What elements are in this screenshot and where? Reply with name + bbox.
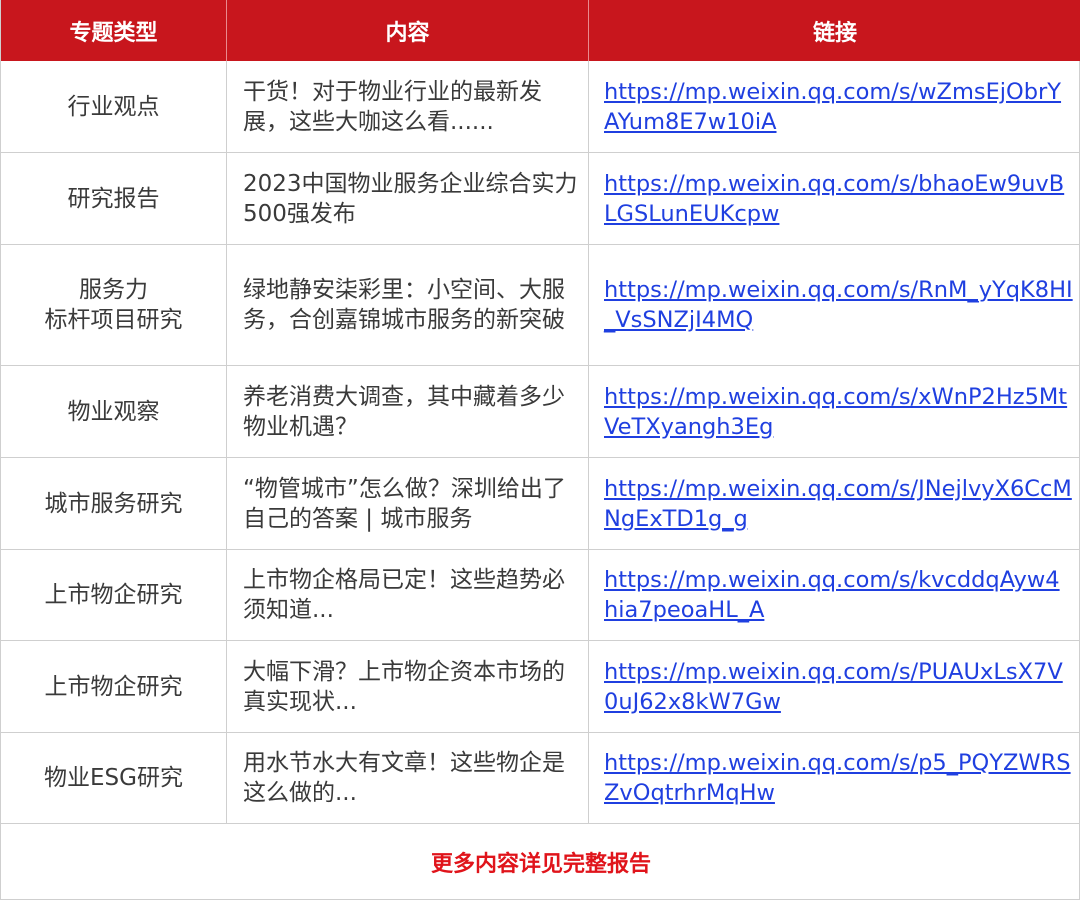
topic-type-cell: 物业观察: [1, 366, 227, 457]
header-topic-type: 专题类型: [1, 0, 227, 61]
article-link[interactable]: https://mp.weixin.qq.com/s/RnM_yYqK8HI_V…: [604, 275, 1073, 335]
topic-type-cell: 上市物企研究: [1, 550, 227, 640]
content-cell: 大幅下滑？上市物企资本市场的真实现状...: [227, 641, 589, 732]
content-cell: 用水节水大有文章！这些物企是这么做的...: [227, 733, 589, 823]
table-row: 上市物企研究 大幅下滑？上市物企资本市场的真实现状... https://mp.…: [1, 641, 1080, 733]
content-cell: 绿地静安柒彩里：小空间、大服务，合创嘉锦城市服务的新突破: [227, 245, 589, 365]
content-cell: 2023中国物业服务企业综合实力500强发布: [227, 153, 589, 244]
topic-type-cell: 物业ESG研究: [1, 733, 227, 823]
topic-type-cell: 城市服务研究: [1, 458, 227, 549]
header-link: 链接: [812, 20, 857, 46]
topic-table: 专题类型 内容 链接 行业观点 干货！对于物业行业的最新发展，这些大咖这么看..…: [0, 0, 1080, 900]
link-cell: https://mp.weixin.qq.com/s/xWnP2Hz5MtVeT…: [589, 366, 1080, 457]
table-row: 行业观点 干货！对于物业行业的最新发展，这些大咖这么看...... https:…: [1, 61, 1080, 153]
table-row: 上市物企研究 上市物企格局已定！这些趋势必须知道... https://mp.w…: [1, 550, 1080, 641]
article-link[interactable]: https://mp.weixin.qq.com/s/PUAUxLsX7V0uJ…: [604, 657, 1073, 717]
table-row: 服务力 标杆项目研究 绿地静安柒彩里：小空间、大服务，合创嘉锦城市服务的新突破 …: [1, 245, 1080, 366]
table-row: 研究报告 2023中国物业服务企业综合实力500强发布 https://mp.w…: [1, 153, 1080, 245]
link-cell: https://mp.weixin.qq.com/s/JNejlvyX6CcMN…: [589, 458, 1080, 549]
content-cell: 养老消费大调查，其中藏着多少物业机遇？: [227, 366, 589, 457]
link-cell: https://mp.weixin.qq.com/s/PUAUxLsX7V0uJ…: [589, 641, 1080, 732]
article-link[interactable]: https://mp.weixin.qq.com/s/xWnP2Hz5MtVeT…: [604, 382, 1073, 442]
article-link[interactable]: https://mp.weixin.qq.com/s/p5_PQYZWRSZvO…: [604, 748, 1073, 808]
article-link[interactable]: https://mp.weixin.qq.com/s/bhaoEw9uvBLGS…: [604, 169, 1073, 229]
content-cell: “物管城市”怎么做？深圳给出了自己的答案 | 城市服务: [227, 458, 589, 549]
table-row: 城市服务研究 “物管城市”怎么做？深圳给出了自己的答案 | 城市服务 https…: [1, 458, 1080, 550]
link-cell: https://mp.weixin.qq.com/s/p5_PQYZWRSZvO…: [589, 733, 1080, 823]
table-row: 物业观察 养老消费大调查，其中藏着多少物业机遇？ https://mp.weix…: [1, 366, 1080, 458]
article-link[interactable]: https://mp.weixin.qq.com/s/wZmsEjObrYAYu…: [604, 77, 1073, 137]
content-cell: 干货！对于物业行业的最新发展，这些大咖这么看......: [227, 61, 589, 152]
link-cell: https://mp.weixin.qq.com/s/bhaoEw9uvBLGS…: [589, 153, 1080, 244]
table-header: 专题类型 内容 链接: [1, 0, 1080, 61]
article-link[interactable]: https://mp.weixin.qq.com/s/JNejlvyX6CcMN…: [604, 474, 1073, 534]
header-content: 内容: [227, 0, 589, 61]
link-cell: https://mp.weixin.qq.com/s/wZmsEjObrYAYu…: [589, 61, 1080, 152]
topic-type-cell: 服务力 标杆项目研究: [1, 245, 227, 365]
content-cell: 上市物企格局已定！这些趋势必须知道...: [227, 550, 589, 640]
more-content-link[interactable]: 更多内容详见完整报告: [431, 846, 651, 878]
article-link[interactable]: https://mp.weixin.qq.com/s/kvcddqAyw4hia…: [604, 565, 1073, 625]
link-cell: https://mp.weixin.qq.com/s/RnM_yYqK8HI_V…: [589, 245, 1080, 365]
topic-type-cell: 上市物企研究: [1, 641, 227, 732]
topic-type-cell: 研究报告: [1, 153, 227, 244]
link-cell: https://mp.weixin.qq.com/s/kvcddqAyw4hia…: [589, 550, 1080, 640]
topic-type-cell: 行业观点: [1, 61, 227, 152]
more-content-footer: 更多内容详见完整报告: [1, 824, 1080, 899]
table-row: 物业ESG研究 用水节水大有文章！这些物企是这么做的... https://mp…: [1, 733, 1080, 824]
